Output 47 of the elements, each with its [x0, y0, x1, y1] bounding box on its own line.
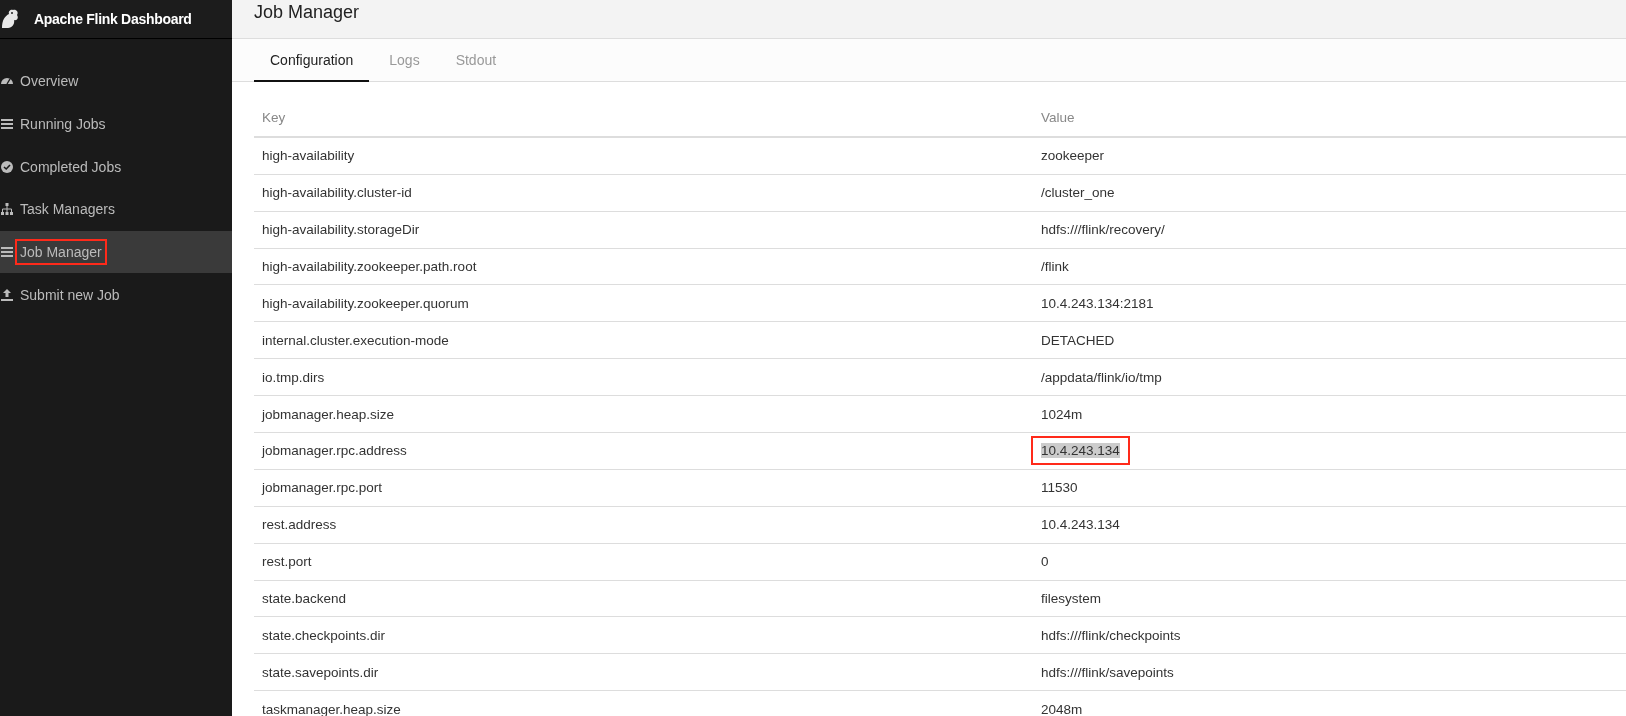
- nav-item[interactable]: Submit new Job: [0, 273, 232, 317]
- brand-title: Apache Flink Dashboard: [34, 11, 192, 27]
- table-cell: rest.port: [262, 554, 312, 570]
- table-cell: high-availability.zookeeper.quorum: [262, 295, 469, 311]
- table-cell: io.tmp.dirs: [262, 369, 325, 385]
- table-cell-text: 0: [1040, 553, 1050, 572]
- nav-item[interactable]: Completed Jobs: [0, 145, 232, 189]
- nav-item[interactable]: Job Manager: [0, 230, 232, 274]
- column-header: Value: [1040, 110, 1075, 126]
- table-cell: jobmanager.heap.size: [262, 406, 395, 422]
- table-cell: internal.cluster.execution-mode: [262, 332, 449, 348]
- table-cell-text: hdfs:///flink/checkpoints: [1040, 626, 1182, 645]
- list-icon: [0, 245, 14, 260]
- table-cell-text: zookeeper: [1040, 147, 1106, 166]
- table-cell-text: 2048m: [1040, 700, 1084, 716]
- table-cell-text: /appdata/flink/io/tmp: [1040, 368, 1163, 387]
- list-icon: [0, 117, 14, 132]
- table-cell-text: DETACHED: [1040, 331, 1116, 350]
- table-cell-text: 10.4.243.134: [1040, 516, 1121, 535]
- table-cell: state.savepoints.dir: [262, 664, 379, 680]
- table-cell-text: hdfs:///flink/savepoints: [1040, 663, 1175, 682]
- table-cell: taskmanager.heap.size: [262, 701, 401, 716]
- table-cell: jobmanager.rpc.port: [262, 480, 383, 496]
- tab[interactable]: Configuration: [254, 39, 370, 82]
- nav-item[interactable]: Overview: [0, 60, 232, 103]
- table-cell: 10.4.243.134: [1031, 436, 1130, 466]
- table-cell-text: 11530: [1040, 479, 1079, 498]
- upload-icon: [0, 287, 14, 302]
- table-cell: high-availability.cluster-id: [262, 185, 412, 201]
- table-cell-text: hdfs:///flink/recovery/: [1040, 221, 1166, 240]
- table-cell: high-availability.storageDir: [262, 222, 420, 238]
- table-cell: state.backend: [262, 591, 347, 606]
- table-cell: rest.address: [262, 517, 337, 533]
- table-cell-text: 1024m: [1040, 405, 1084, 424]
- table-cell: high-availability.zookeeper.path.root: [262, 259, 477, 274]
- sitemap-icon: [0, 202, 14, 217]
- table-cell-text: /flink: [1040, 258, 1070, 276]
- table-cell-text: /cluster_one: [1040, 184, 1116, 203]
- page-title: Job Manager: [254, 1, 360, 23]
- table-cell: jobmanager.rpc.address: [262, 443, 407, 459]
- column-header: Key: [261, 110, 287, 126]
- table-cell-text: filesystem: [1040, 590, 1102, 608]
- table-cell: high-availability: [262, 148, 355, 164]
- table-cell: state.checkpoints.dir: [262, 627, 386, 643]
- table-cell-text: 10.4.243.134:2181: [1040, 294, 1155, 313]
- nav-item[interactable]: Running Jobs: [0, 102, 232, 146]
- nav-item[interactable]: Task Managers: [0, 188, 232, 231]
